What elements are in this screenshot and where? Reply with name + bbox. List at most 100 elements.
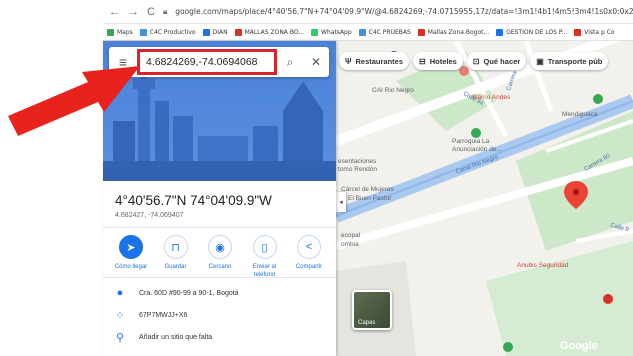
map-label-anubis: Anubis Seguridad [517,262,569,269]
map-label-cai: CAI Rio Negro [372,87,414,94]
plus-code-icon: ⁘ [115,310,125,322]
bookmark-icon [358,28,366,36]
bookmark-item[interactable]: DIAN [202,28,228,36]
location-marker-dot [573,189,579,195]
chip-label: Qué hacer [483,56,521,66]
bookmark-item[interactable]: Vista p Co [574,28,615,36]
chip-icon: ⊡ [472,56,480,66]
chip-label: Restaurantes [355,56,404,66]
action-buttons: ➤ Cómo llegar ⊓ Guardar ◉ Cercano ▯ Enviar al t… [109,235,331,279]
bookmark-label: Maps [117,28,133,36]
bookmark-label: C4C Productivo [149,28,196,36]
bookmark-item[interactable]: GESTION DE LOS P... [496,28,568,36]
chip-hoteles[interactable]: ⊟ Hoteles [413,52,463,70]
bookmark-icon [496,28,504,36]
address-row[interactable]: ● Cra. 60D #90-99 a 90-1, Bogotá [115,287,239,299]
bookmark-label: Mallas Zona Bogot... [427,28,490,36]
layers-label: Capas [358,320,376,326]
bookmark-label: Vista p Co [584,28,615,36]
forward-icon[interactable]: → [128,6,139,18]
map-label-presentaciones: esentaciones [338,158,377,165]
add-missing-place-icon: ⚲ [115,332,125,344]
anubis-pin[interactable] [603,294,613,304]
bookmark-icon [107,28,114,36]
save-label: Guardar [164,264,187,270]
bookmark-icon [139,28,147,36]
map-label-carcel: Cárcel de Mujeres [341,186,394,193]
reload-icon[interactable]: C [147,6,155,18]
screenshot: ← → C 🔒︎ google.com/maps/place/4°40'56.7… [0,0,633,356]
save-icon: ⊓ [163,235,188,259]
bookmark-icon [417,28,425,36]
bookmark-label: MALLAS ZONA BO... [244,28,305,36]
layers-button[interactable]: Capas [352,290,392,330]
nearby-label: Cercano [208,264,232,270]
chip-restaurantes[interactable]: Ψ Restaurantes [339,52,410,70]
map-label-parroquia: Parroquia La [452,138,490,145]
search-input[interactable] [137,49,277,75]
collapse-panel-button[interactable]: ◂ [336,192,346,212]
bookmark-icon [574,28,582,36]
add-missing-place-row[interactable]: ⚲ Añadir un sitio que falta [115,331,212,344]
directions-label: Cómo llegar [114,264,148,270]
map-label-mendiguaca: Mendiguaca [562,111,598,118]
bookmark-icon [311,28,319,36]
divider [103,227,336,228]
directions-icon: ➤ [119,235,143,259]
share-icon: < [297,235,321,259]
bookmark-item[interactable]: WhatsApp [311,28,352,36]
divider [103,277,336,278]
close-icon[interactable]: ✕ [303,47,329,77]
send-to-phone-button[interactable]: ▯ Enviar al teléfono [243,235,287,279]
address-icon: ● [116,287,124,299]
share-button[interactable]: < Compartir [287,235,331,279]
parroquia-pin[interactable] [471,128,481,138]
save-button[interactable]: ⊓ Guardar [154,235,198,279]
chip-icon: ▣ [536,56,544,66]
arrow-shape [8,66,140,136]
bookmark-label: C4C PRUEBAS [368,28,411,36]
red-arrow-annotation [8,66,140,136]
address-text: Cra. 60D #90-99 a 90-1, Bogotá [139,289,239,297]
chip-label: Hoteles [429,56,457,66]
chip-label: Transporte púb [547,56,603,66]
place-subtitle: 4.682427, -74.069407 [115,212,184,219]
category-chips: Ψ Restaurantes ⊟ Hoteles ⊡ Qué hacer ▣ Transpor… [339,52,609,70]
park-pin[interactable] [503,342,513,352]
directions-button[interactable]: ➤ Cómo llegar [109,235,153,279]
bookmark-item[interactable]: Maps [107,28,133,36]
chip-transporte-p-b[interactable]: ▣ Transporte púb [530,52,609,70]
bookmark-label: WhatsApp [321,28,352,36]
bookmark-icon [202,28,210,36]
share-label: Compartir [295,264,323,270]
bookmark-item[interactable]: C4C PRUEBAS [358,28,411,36]
search-icon[interactable]: ⌕ [277,47,303,77]
send-to-phone-icon: ▯ [252,235,277,259]
plus-code-text: 67P7MWJJ+X6 [139,312,188,319]
mendiguaca-pin[interactable] [593,94,603,104]
bookmark-item[interactable]: Mallas Zona Bogot... [417,28,490,36]
chip-icon: ⊟ [419,56,426,66]
nearby-button[interactable]: ◉ Cercano [198,235,242,279]
url-text[interactable]: google.com/maps/place/4°40'56.7"N+74°04'… [175,7,633,16]
bookmark-item[interactable]: C4C Productivo [139,28,196,36]
map-label-ecopal: ecopal [341,232,361,239]
bookmark-label: DIAN [212,28,228,36]
map-label-colombia: ombia [341,241,359,248]
lock-icon: 🔒︎ [162,6,168,16]
nearby-icon: ◉ [208,235,232,259]
map-label-parroquia-2: Anunciación de... [452,146,502,153]
bookmark-item[interactable]: MALLAS ZONA BO... [234,28,305,36]
chip-qu-hacer[interactable]: ⊡ Qué hacer [466,52,527,70]
map-label-rendon: tomo Rendón [338,166,378,173]
bookmarks-bar: Maps C4C Productivo DIAN MALLAS ZONA BO... W… [103,24,633,41]
place-title: 4°40'56.7"N 74°04'09.9"W [115,193,272,208]
bookmark-label: GESTION DE LOS P... [506,28,568,36]
google-logo: Google [560,340,598,352]
back-icon[interactable]: ← [109,6,120,18]
map-label-buenpastor: El Buen Pastor [348,195,392,202]
plus-code-row[interactable]: ⁘ 67P7MWJJ+X6 [115,309,187,322]
chip-icon: Ψ [345,56,352,66]
bookmark-icon [234,28,242,36]
browser-address-bar: ← → C 🔒︎ google.com/maps/place/4°40'56.7… [103,0,633,24]
